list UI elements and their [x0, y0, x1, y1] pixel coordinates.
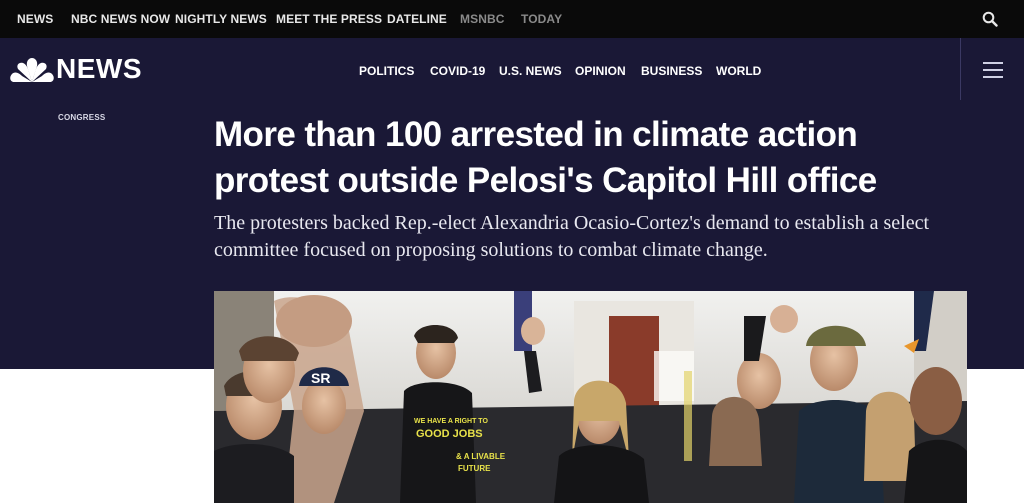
topnav-meet-the-press[interactable]: MEET THE PRESS	[276, 12, 382, 26]
topnav-news[interactable]: NEWS	[17, 12, 53, 26]
nav-world[interactable]: WORLD	[716, 64, 761, 78]
nav-covid-19[interactable]: COVID-19	[430, 64, 485, 78]
topnav-msnbc[interactable]: MSNBC	[460, 12, 505, 26]
topnav-dateline[interactable]: DATELINE	[387, 12, 447, 26]
news-wordmark[interactable]: NEWS	[56, 53, 142, 85]
shirt-text-line4: FUTURE	[458, 464, 491, 473]
shirt-text-line2: GOOD JOBS	[416, 428, 483, 440]
shirt-text-line1: WE HAVE A RIGHT TO	[414, 418, 488, 425]
topnav-nightly-news[interactable]: NIGHTLY NEWS	[175, 12, 267, 26]
nav-politics[interactable]: POLITICS	[359, 64, 414, 78]
protest-photo-illustration: SR WE HAVE A RIGHT TO GOOD JOBS & A LIVA…	[214, 291, 967, 503]
article-dek: The protesters backed Rep.-elect Alexand…	[214, 212, 929, 261]
section-eyebrow[interactable]: CONGRESS	[58, 113, 105, 122]
nav-us-news[interactable]: U.S. NEWS	[499, 64, 562, 78]
menu-divider	[960, 38, 961, 100]
search-icon[interactable]	[982, 11, 998, 27]
nav-opinion[interactable]: OPINION	[575, 64, 626, 78]
article-hero-photo[interactable]: SR WE HAVE A RIGHT TO GOOD JOBS & A LIVA…	[214, 291, 967, 503]
article-headline: More than 100 arrested in climate action…	[214, 115, 877, 200]
shirt-text-line3: & A LIVABLE	[456, 452, 506, 461]
nav-business[interactable]: BUSINESS	[641, 64, 702, 78]
beanie-letters: SR	[311, 370, 330, 386]
hamburger-menu-icon[interactable]	[983, 62, 1003, 78]
topnav-today[interactable]: TODAY	[521, 12, 562, 26]
topnav-nbc-news-now[interactable]: NBC NEWS NOW	[71, 12, 170, 26]
peacock-logo-icon[interactable]	[9, 56, 55, 86]
